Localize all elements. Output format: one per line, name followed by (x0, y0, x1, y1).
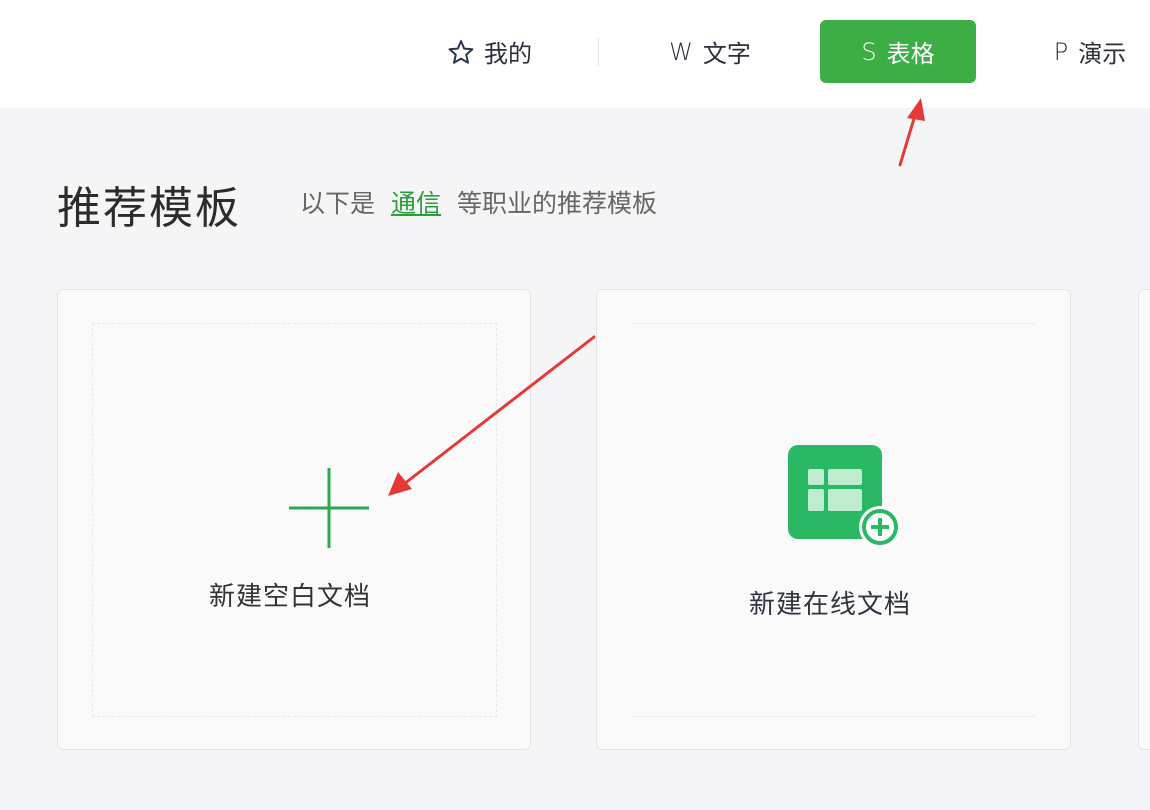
tab-sheet-label: 表格 (886, 40, 935, 68)
new-blank-document-label: 新建空白文档 (209, 582, 372, 612)
template-card-partial[interactable] (1138, 289, 1150, 750)
section-subtitle: 以下是 通信 等职业的推荐模板 (300, 184, 657, 220)
new-online-document-card[interactable]: 新建在线文档 (596, 289, 1071, 750)
tab-mine[interactable]: 我的 (430, 20, 550, 83)
tab-divider (598, 38, 599, 66)
profession-link[interactable]: 通信 (391, 189, 441, 218)
w-letter-icon: W (669, 37, 693, 66)
new-blank-document-card[interactable]: 新建空白文档 (57, 289, 531, 750)
new-online-document-label: 新建在线文档 (749, 590, 912, 620)
blank-card-area (92, 323, 497, 717)
section-title: 推荐模板 (57, 183, 241, 234)
top-tab-bar: 我的 W 文字 S 表格 P 演示 (0, 0, 1150, 108)
s-letter-icon: S (861, 37, 877, 66)
spreadsheet-add-icon (788, 445, 904, 555)
subtitle-prefix: 以下是 (300, 189, 376, 218)
tab-mine-label: 我的 (484, 40, 532, 68)
tab-sheet[interactable]: S 表格 (820, 20, 976, 83)
tab-text-label: 文字 (702, 40, 751, 68)
tab-presentation[interactable]: P 演示 (1030, 20, 1150, 83)
tab-presentation-label: 演示 (1078, 40, 1127, 68)
plus-icon (289, 468, 369, 552)
subtitle-suffix: 等职业的推荐模板 (456, 189, 657, 218)
tab-text[interactable]: W 文字 (650, 20, 770, 83)
annotation-arrow-tab (898, 98, 925, 167)
p-letter-icon: P (1053, 37, 1069, 66)
star-icon (448, 39, 474, 65)
